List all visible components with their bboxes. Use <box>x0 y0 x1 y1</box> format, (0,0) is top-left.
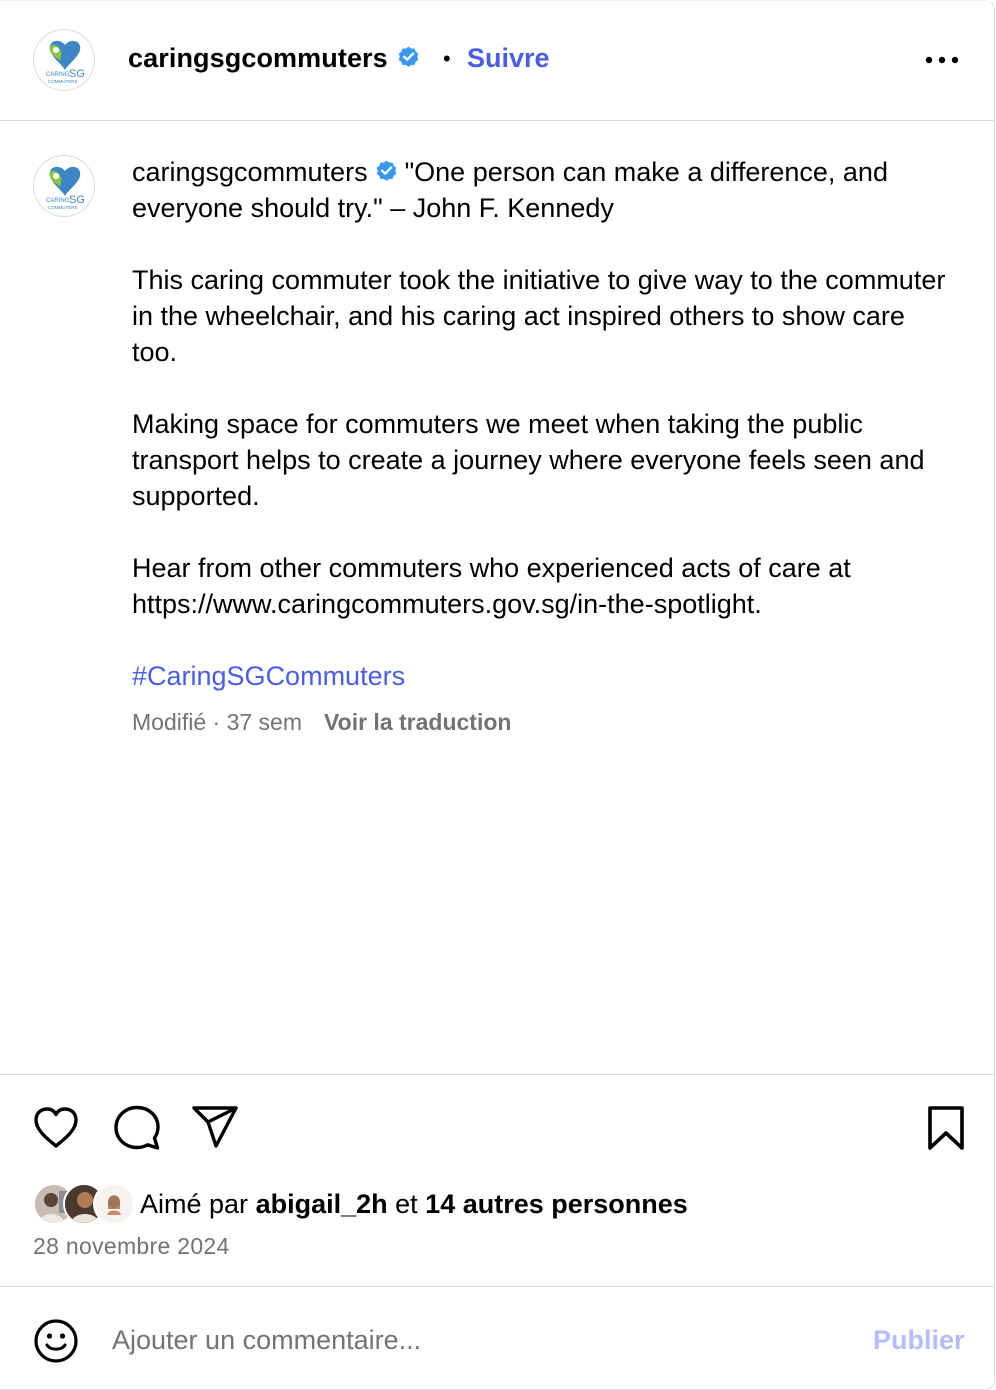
heart-icon[interactable] <box>32 1105 80 1156</box>
post-header: CARING SG COMMUTERS caringsgcommuters • … <box>0 0 994 121</box>
liker-username[interactable]: abigail_2h <box>256 1189 388 1219</box>
caption-paragraph: Hear from other commuters who experience… <box>132 553 851 619</box>
header-username-row[interactable]: caringsgcommuters <box>128 41 421 75</box>
avatar <box>93 1183 135 1225</box>
caption-avatar[interactable]: CARING SG COMMUTERS <box>33 155 95 217</box>
emoji-icon[interactable] <box>32 1317 80 1370</box>
post-date[interactable]: 28 novembre 2024 <box>33 1231 230 1261</box>
liker-avatars[interactable] <box>33 1183 135 1225</box>
bookmark-icon[interactable] <box>924 1104 968 1157</box>
caption-paragraph: Making space for commuters we meet when … <box>132 409 925 511</box>
header-separator: • <box>443 46 451 71</box>
verified-badge-icon <box>398 46 419 68</box>
comment-icon[interactable] <box>112 1104 162 1157</box>
publish-button[interactable]: Publier <box>873 1323 965 1357</box>
caringsg-logo: CARING SG COMMUTERS <box>46 40 85 84</box>
svg-text:COMMUTERS: COMMUTERS <box>48 79 78 84</box>
verified-badge-icon <box>376 160 396 182</box>
follow-button[interactable]: Suivre <box>467 41 550 75</box>
hashtag-link[interactable]: #CaringSGCommuters <box>132 661 405 691</box>
caringsg-logo: CARING SG COMMUTERS <box>46 166 85 210</box>
caption-text: caringsgcommuters "One person can make a… <box>132 154 952 730</box>
header-username[interactable]: caringsgcommuters <box>128 43 388 73</box>
caption-paragraph: This caring commuter took the initiative… <box>132 265 946 367</box>
liked-by-label: Aimé par <box>140 1189 249 1219</box>
avatar[interactable]: CARING SG COMMUTERS <box>33 29 95 91</box>
more-horizontal-icon[interactable] <box>922 44 962 74</box>
comment-input[interactable] <box>112 1318 812 1362</box>
see-translation-button[interactable]: Voir la traduction <box>324 709 511 735</box>
svg-text:COMMUTERS: COMMUTERS <box>48 205 78 210</box>
caption-meta: Modifié · 37 sem Voir la traduction <box>132 707 511 737</box>
likes-conjunction: et <box>395 1189 418 1219</box>
divider <box>0 1286 994 1287</box>
svg-text:CARING: CARING <box>46 72 70 78</box>
edited-timestamp: Modifié · 37 sem <box>132 709 303 735</box>
likes-others-link[interactable]: 14 autres personnes <box>425 1189 688 1219</box>
caption-username[interactable]: caringsgcommuters <box>132 157 368 187</box>
share-icon[interactable] <box>190 1104 240 1155</box>
divider <box>0 1074 994 1075</box>
svg-text:CARING: CARING <box>46 198 70 204</box>
likes-summary: Aimé par abigail_2h et 14 autres personn… <box>140 1187 688 1221</box>
